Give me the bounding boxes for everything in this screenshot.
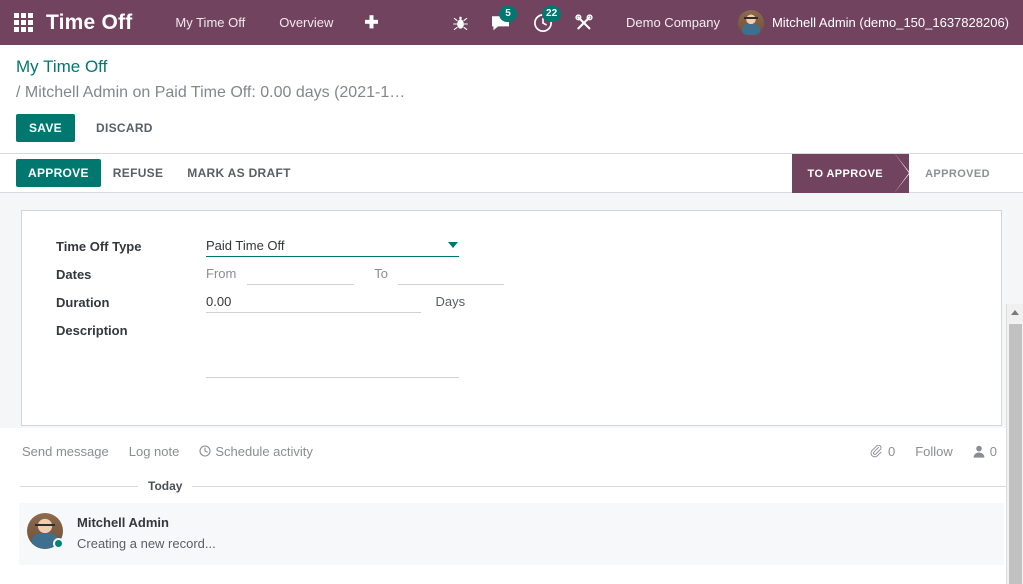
day-separator-label: Today <box>148 479 182 493</box>
description-label: Description <box>56 321 206 383</box>
top-navbar: Time Off My Time Off Overview ✚ 5 <box>0 0 1023 45</box>
field-row-duration: Duration Days <box>56 293 504 321</box>
chevron-up-icon <box>1011 310 1019 315</box>
time-off-type-field <box>206 237 504 265</box>
person-icon <box>973 445 985 458</box>
day-separator: Today <box>20 479 1007 493</box>
time-off-type-wrapper <box>206 237 459 257</box>
paperclip-icon <box>870 445 883 458</box>
activities-count-badge: 22 <box>542 6 561 22</box>
duration-input[interactable] <box>206 293 421 313</box>
user-menu[interactable]: Mitchell Admin (demo_150_1637828206) <box>734 10 1023 36</box>
duration-unit-label: Days <box>435 294 465 309</box>
stage-approved[interactable]: APPROVED <box>909 154 1006 193</box>
stage-to-approve[interactable]: TO APPROVE <box>792 154 910 193</box>
date-from-input[interactable] <box>247 265 354 285</box>
description-field <box>206 321 504 383</box>
scroll-up-button[interactable] <box>1007 304 1023 321</box>
attachments-counter[interactable]: 0 <box>860 440 905 463</box>
tools-icon <box>575 14 593 32</box>
main-content-area: APPROVE REFUSE MARK AS DRAFT TO APPROVE … <box>0 154 1023 565</box>
chatter: Send message Log note Schedule activity … <box>0 428 1023 565</box>
discard-button[interactable]: DISCARD <box>83 114 166 142</box>
date-from-label: From <box>206 266 236 281</box>
user-name-label: Mitchell Admin (demo_150_1637828206) <box>772 15 1009 30</box>
schedule-activity-label: Schedule activity <box>215 444 313 459</box>
description-input[interactable] <box>206 321 459 378</box>
message-content: Mitchell Admin Creating a new record... <box>77 513 216 553</box>
control-panel: My Time Off / Mitchell Admin on Paid Tim… <box>0 45 1023 154</box>
save-button[interactable]: SAVE <box>16 114 75 142</box>
breadcrumb-root[interactable]: My Time Off <box>16 55 1007 78</box>
company-switcher[interactable]: Demo Company <box>604 15 734 30</box>
date-to-input[interactable] <box>398 265 504 285</box>
clock-icon <box>199 445 211 457</box>
dates-field: From To <box>206 265 504 293</box>
field-row-description: Description <box>56 321 504 383</box>
menu-overview[interactable]: Overview <box>262 0 350 45</box>
field-row-time-off-type: Time Off Type <box>56 237 504 265</box>
send-message-button[interactable]: Send message <box>16 440 119 463</box>
field-row-dates: Dates From To <box>56 265 504 293</box>
message-item: Mitchell Admin Creating a new record... <box>19 503 1004 565</box>
online-status-dot <box>53 538 64 549</box>
stage-pipeline: TO APPROVE APPROVED <box>792 154 1006 193</box>
followers-counter[interactable]: 0 <box>963 440 1007 463</box>
debug-bug-button[interactable] <box>442 0 479 45</box>
form-fields-table: Time Off Type Dates From To <box>56 237 504 383</box>
bug-icon <box>453 15 468 31</box>
day-separator-line-right <box>192 486 1007 487</box>
app-brand-title[interactable]: Time Off <box>46 11 132 35</box>
message-avatar <box>27 513 63 549</box>
refuse-button[interactable]: REFUSE <box>101 159 175 187</box>
message-body: Creating a new record... <box>77 534 216 553</box>
messages-count-badge: 5 <box>499 6 517 22</box>
record-buttons: SAVE DISCARD <box>16 114 1007 153</box>
messages-button[interactable]: 5 <box>479 0 522 45</box>
time-off-type-label: Time Off Type <box>56 237 206 265</box>
dates-label: Dates <box>56 265 206 293</box>
apps-menu-button[interactable] <box>0 0 46 45</box>
vertical-scrollbar[interactable] <box>1006 304 1023 584</box>
schedule-activity-button[interactable]: Schedule activity <box>189 440 323 463</box>
new-record-button[interactable]: ✚ <box>350 0 392 45</box>
form-sheet: Time Off Type Dates From To <box>21 210 1002 426</box>
date-to-label: To <box>374 266 388 281</box>
activities-button[interactable]: 22 <box>522 0 564 45</box>
avatar <box>738 10 764 36</box>
tools-menu-button[interactable] <box>564 0 604 45</box>
mark-as-draft-button[interactable]: MARK AS DRAFT <box>175 159 302 187</box>
duration-field: Days <box>206 293 504 321</box>
menu-my-time-off[interactable]: My Time Off <box>158 0 262 45</box>
attachment-count: 0 <box>888 444 895 459</box>
duration-label: Duration <box>56 293 206 321</box>
message-author: Mitchell Admin <box>77 513 216 532</box>
log-note-button[interactable]: Log note <box>119 440 190 463</box>
day-separator-line-left <box>20 486 138 487</box>
statusbar: APPROVE REFUSE MARK AS DRAFT TO APPROVE … <box>0 154 1023 193</box>
form-sheet-background: Time Off Type Dates From To <box>0 193 1023 428</box>
approve-button[interactable]: APPROVE <box>16 159 101 187</box>
scrollbar-thumb[interactable] <box>1009 324 1022 584</box>
chatter-toolbar: Send message Log note Schedule activity … <box>16 428 1007 472</box>
followers-count: 0 <box>990 444 997 459</box>
breadcrumb-current: / Mitchell Admin on Paid Time Off: 0.00 … <box>16 81 466 104</box>
follow-button[interactable]: Follow <box>905 440 963 463</box>
time-off-type-input[interactable] <box>206 237 459 257</box>
apps-grid-icon <box>14 13 33 32</box>
